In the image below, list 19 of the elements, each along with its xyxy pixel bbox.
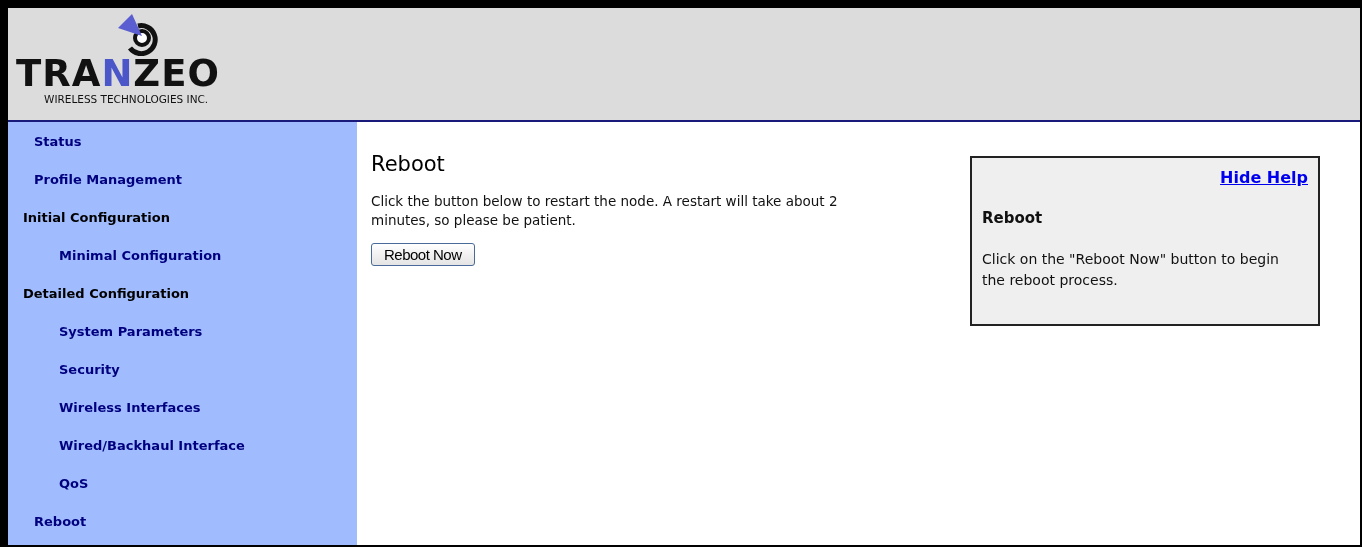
menu-link[interactable]: QoS (8, 474, 89, 494)
page-title: Reboot (371, 152, 445, 176)
menu-link[interactable]: Minimal Configuration (8, 246, 222, 266)
menu-link[interactable]: System Parameters (8, 322, 203, 342)
menu-link[interactable]: Wireless Interfaces (8, 398, 201, 418)
menu-link[interactable]: Status (8, 132, 82, 152)
menu-link[interactable]: Profile Management (8, 170, 182, 190)
menu-link[interactable]: Security (8, 360, 120, 380)
menu-section-heading: Initial Configuration (22, 209, 170, 227)
menu-section-heading: Detailed Configuration (22, 285, 190, 303)
help-text: Click on the "Reboot Now" button to begin the reboot process. (982, 250, 1280, 290)
help-title: Reboot (982, 209, 1044, 227)
logo-tagline: WIRELESS TECHNOLOGIES INC. (44, 93, 209, 105)
page-description: Click the button below to restart the node. A restart will take about 2 minutes, so please be patient. (371, 192, 839, 230)
menu-link[interactable]: Reboot (8, 512, 87, 532)
hide-help-link[interactable]: Hide Help (1220, 168, 1308, 187)
menu-link[interactable]: Wired/Backhaul Interface (8, 436, 245, 456)
reboot-button[interactable]: Reboot Now (371, 243, 475, 266)
logo-wordmark: TRANZEO (16, 56, 220, 92)
